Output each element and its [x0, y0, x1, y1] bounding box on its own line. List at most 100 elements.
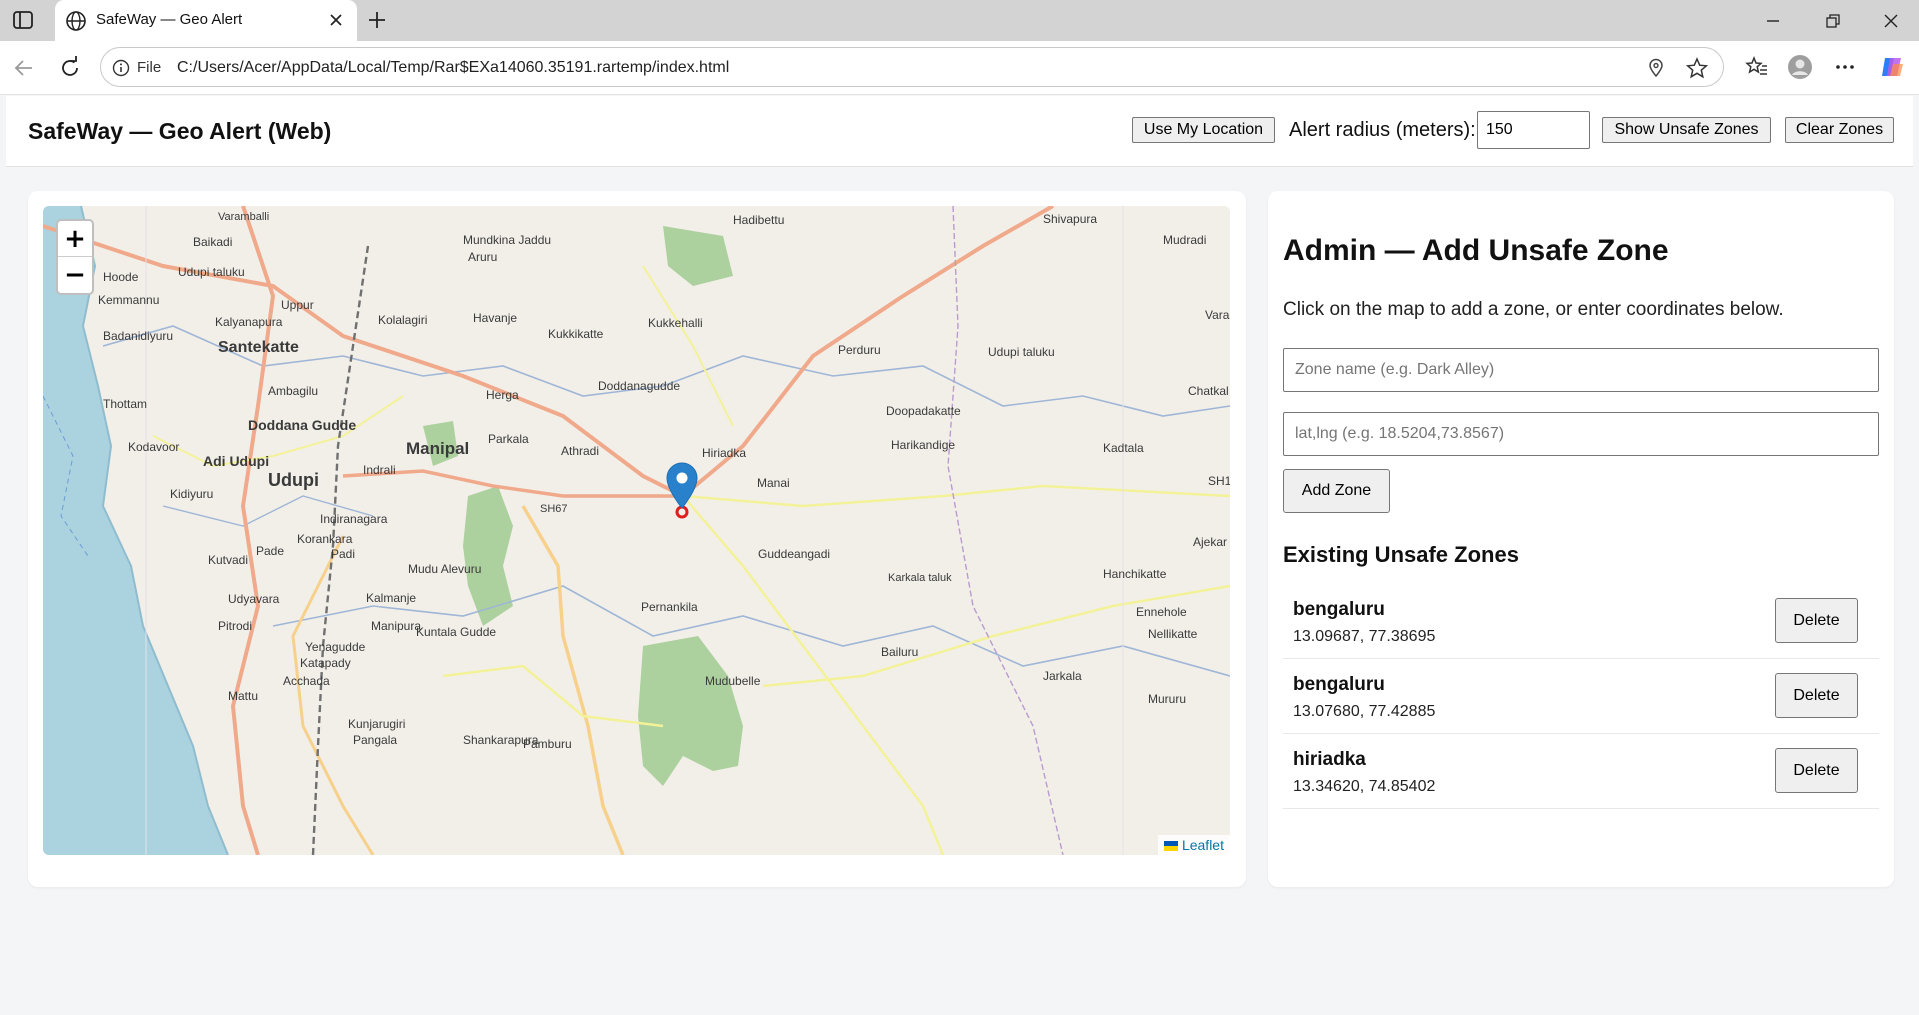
delete-zone-button[interactable]: Delete — [1775, 598, 1858, 643]
map-place-label: Karkala taluk — [888, 572, 952, 584]
map-place-label: Badanidiyuru — [103, 329, 173, 343]
map-place-label: SH67 — [540, 503, 568, 515]
page: SafeWay — Geo Alert (Web) Use My Locatio… — [0, 96, 1919, 1015]
map-place-label: Guddeangadi — [758, 547, 830, 561]
existing-zones-title: Existing Unsafe Zones — [1283, 542, 1519, 567]
map-place-label: Parkala — [488, 432, 529, 446]
clear-zones-button[interactable]: Clear Zones — [1785, 117, 1894, 143]
map-place-label: Kalyanapura — [215, 315, 283, 329]
favorite-star-icon[interactable] — [1686, 57, 1708, 79]
map-place-label: Mattu — [228, 689, 258, 703]
use-my-location-button[interactable]: Use My Location — [1132, 117, 1275, 143]
map-place-label: Bailuru — [881, 645, 918, 659]
alert-radius-label: Alert radius (meters): — [1289, 119, 1476, 141]
map-place-label: Athradi — [561, 444, 599, 458]
map-card: Varamballi Baikadi Mundkina Jaddu Aruru Hadi… — [28, 191, 1246, 887]
map-place-label: Doopadakatte — [886, 404, 961, 418]
zone-name: hiriadka — [1293, 749, 1366, 770]
map-place-label: Kemmannu — [98, 293, 159, 307]
map-place-label: Varar — [1205, 308, 1230, 322]
map-place-label: Udupi taluku — [178, 265, 245, 279]
map-place-label: Harikandige — [891, 438, 955, 452]
add-zone-button[interactable]: Add Zone — [1283, 469, 1390, 513]
map-place-label: Yenagudde — [305, 640, 366, 654]
map-place-label: Nellikatte — [1148, 627, 1198, 641]
app-header: SafeWay — Geo Alert (Web) Use My Locatio… — [6, 96, 1913, 167]
map-place-label: Manai — [757, 476, 790, 490]
browser-tab-active[interactable]: SafeWay — Geo Alert — [55, 0, 357, 41]
map-place-label: Pangala — [353, 733, 397, 747]
zone-name-input[interactable] — [1283, 348, 1879, 392]
map-place-label: Kodavoor — [128, 440, 179, 454]
map-place-label: Varamballi — [218, 211, 269, 223]
map-place-label: Perduru — [838, 343, 881, 357]
zoom-out-button[interactable]: − — [58, 257, 92, 293]
info-icon[interactable] — [112, 59, 130, 77]
zone-list-item: bengaluru 13.07680, 77.42885 Delete — [1283, 659, 1879, 734]
zone-coords-input[interactable] — [1283, 412, 1879, 456]
map-place-label: Kidiyuru — [170, 487, 213, 501]
delete-zone-button[interactable]: Delete — [1775, 748, 1858, 793]
map-place-label: Adi Udupi — [203, 453, 269, 469]
zone-name: bengaluru — [1293, 599, 1385, 620]
map-place-label: Ennehole — [1136, 605, 1187, 619]
map-place-label: Mururu — [1148, 692, 1186, 706]
address-bar[interactable]: File C:/Users/Acer/AppData/Local/Temp/Ra… — [100, 47, 1724, 87]
profile-avatar-icon[interactable] — [1787, 54, 1813, 80]
map-place-label: Pernankila — [641, 600, 698, 614]
restore-icon[interactable] — [1824, 12, 1842, 30]
delete-zone-button[interactable]: Delete — [1775, 673, 1858, 718]
map-place-label: Ajekar — [1193, 535, 1227, 549]
copilot-icon[interactable] — [1879, 54, 1905, 80]
map-place-label: Hiriadka — [702, 446, 746, 460]
tab-actions-icon[interactable] — [12, 10, 34, 30]
back-icon[interactable] — [11, 55, 37, 81]
zoom-in-button[interactable]: + — [58, 221, 92, 257]
admin-title: Admin — Add Unsafe Zone — [1283, 234, 1669, 267]
zone-coords: 13.09687, 77.38695 — [1293, 628, 1436, 645]
reload-icon[interactable] — [57, 55, 83, 81]
map-place-label: Aruru — [468, 250, 497, 264]
browser-toolbar: File C:/Users/Acer/AppData/Local/Temp/Ra… — [0, 41, 1919, 95]
address-url[interactable]: C:/Users/Acer/AppData/Local/Temp/Rar$EXa… — [177, 59, 729, 77]
browser-tab-bar: SafeWay — Geo Alert — [0, 0, 1919, 41]
map-place-label: Kuntala Gudde — [416, 625, 496, 639]
map-tiles[interactable]: Varamballi Baikadi Mundkina Jaddu Aruru Hadi… — [43, 206, 1230, 855]
map-place-label: Pitrodi — [218, 619, 252, 633]
map-place-label: Thottam — [103, 397, 147, 411]
minimize-icon[interactable] — [1764, 12, 1782, 30]
map-place-label: Kutvadi — [208, 553, 248, 567]
show-unsafe-zones-button[interactable]: Show Unsafe Zones — [1602, 117, 1771, 143]
map-place-label: Hadibettu — [733, 213, 784, 227]
map-place-label: Acchada — [283, 674, 330, 688]
map-place-label: Doddanagudde — [598, 379, 680, 393]
new-tab-icon[interactable] — [366, 9, 388, 31]
map-place-label: Udupi — [268, 470, 319, 490]
map-place-label: Kadtala — [1103, 441, 1144, 455]
map-place-label: Pamburu — [523, 737, 572, 751]
close-window-icon[interactable] — [1882, 12, 1900, 30]
map-place-label: Santekatte — [218, 339, 299, 356]
app-title: SafeWay — Geo Alert (Web) — [28, 118, 332, 144]
map-place-label: Hoode — [103, 270, 139, 284]
leaflet-link[interactable]: Leaflet — [1182, 837, 1224, 853]
location-pin-icon[interactable] — [1647, 58, 1665, 78]
close-tab-icon[interactable] — [327, 11, 345, 29]
favorites-icon[interactable] — [1743, 54, 1769, 80]
map-place-label: Chatkal — [1188, 384, 1229, 398]
map-place-label: Shivapura — [1043, 212, 1097, 226]
map-place-label: Ambagilu — [268, 384, 318, 398]
more-options-icon[interactable] — [1832, 54, 1858, 80]
map-attribution: Leaflet — [1157, 835, 1230, 855]
tab-title: SafeWay — Geo Alert — [96, 11, 243, 28]
zone-list-item: hiriadka 13.34620, 74.85402 Delete — [1283, 734, 1879, 809]
map-place-label: SH1 — [1208, 474, 1230, 488]
map-place-label: Kukkehalli — [648, 316, 703, 330]
map-place-label: Kalmanje — [366, 591, 416, 605]
alert-radius-input[interactable] — [1477, 111, 1590, 149]
map-place-label: Kunjarugiri — [348, 717, 405, 731]
map-view[interactable]: Varamballi Baikadi Mundkina Jaddu Aruru Hadi… — [43, 206, 1230, 855]
admin-hint: Click on the map to add a zone, or enter… — [1283, 299, 1784, 320]
zone-name: bengaluru — [1293, 674, 1385, 695]
map-place-label: Manipura — [371, 619, 421, 633]
